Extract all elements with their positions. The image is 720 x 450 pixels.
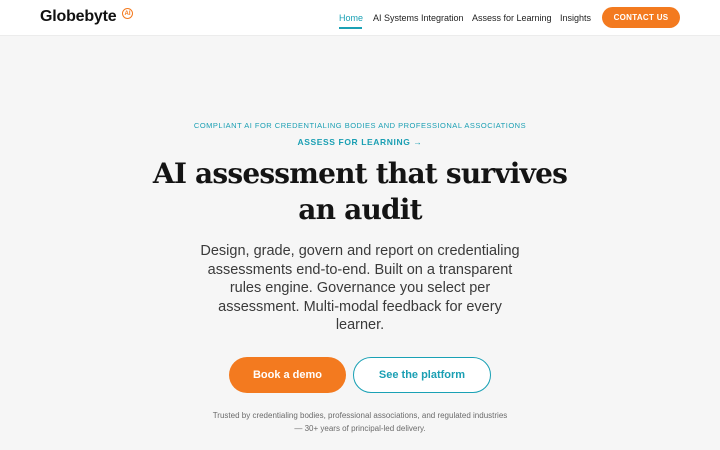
trust-statement: Trusted by credentialing bodies, profess… [212, 411, 508, 433]
book-demo-button[interactable]: Book a demo [229, 357, 346, 393]
hero-eyebrow: COMPLIANT AI FOR CREDENTIALING BODIES AN… [193, 121, 527, 130]
nav-insights-link[interactable]: Insights [560, 13, 591, 23]
hero-section: COMPLIANT AI FOR CREDENTIALING BODIES AN… [0, 36, 720, 450]
hero-subtext: Design, grade, govern and report on cred… [200, 243, 520, 333]
site-header: Globebyte AI Home AI Systems Integration… [0, 0, 720, 36]
hero-headline: AI assessment that survives an audit [152, 157, 568, 226]
nav-home-link[interactable]: Home [339, 13, 363, 23]
assess-for-learning-link[interactable]: ASSESS FOR LEARNING → [0, 137, 720, 147]
logo[interactable]: Globebyte [40, 8, 117, 26]
contact-us-button[interactable]: CONTACT US [602, 7, 680, 28]
nav-active-indicator [339, 27, 362, 29]
see-platform-button[interactable]: See the platform [353, 357, 491, 393]
nav-ai-systems-link[interactable]: AI Systems Integration [373, 13, 464, 23]
nav-assess-link[interactable]: Assess for Learning [472, 13, 552, 23]
logo-ai-badge: AI [122, 8, 133, 19]
